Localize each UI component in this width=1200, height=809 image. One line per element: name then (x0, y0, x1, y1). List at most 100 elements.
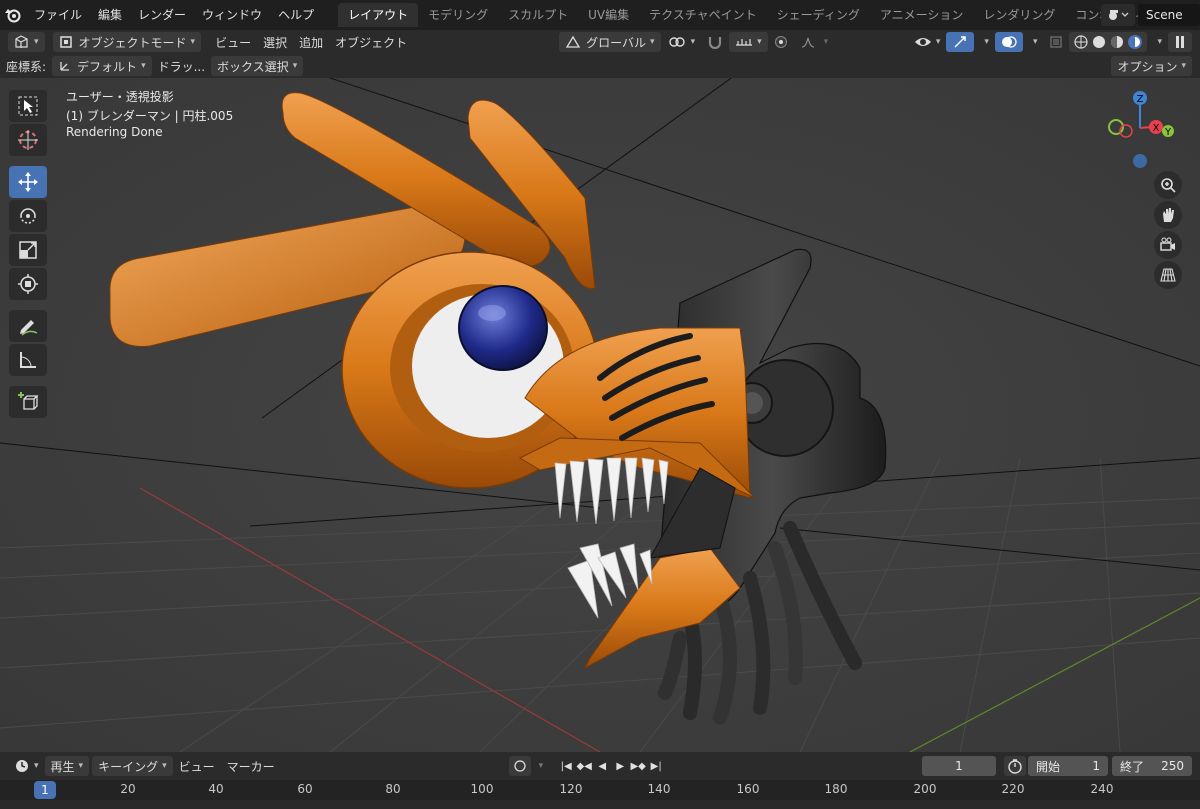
menu-add[interactable]: 追加 (293, 32, 329, 52)
tab-uv-editing[interactable]: UV編集 (578, 3, 639, 27)
play-icon[interactable]: ▶ (611, 757, 629, 775)
jump-end-icon[interactable]: ▶| (647, 757, 665, 775)
tab-layout[interactable]: レイアウト (338, 3, 419, 27)
mode-selector[interactable]: オブジェクトモード ▾ (52, 32, 202, 52)
overlays-menu[interactable]: ▾ (1023, 32, 1044, 52)
ruler-tick: 220 (1001, 782, 1025, 796)
overlays-toggle[interactable] (994, 32, 1023, 52)
playback-menu[interactable]: 再生 ▾ (44, 756, 90, 776)
start-frame-field[interactable]: 開始 1 (1028, 756, 1108, 776)
zoom-icon[interactable] (1154, 171, 1182, 199)
timeline-track (0, 800, 1200, 809)
3d-viewport[interactable]: ユーザー・透視投影 (1) ブレンダーマン | 円柱.005 Rendering… (0, 78, 1200, 752)
blender-logo-icon[interactable] (0, 0, 26, 30)
coord-value: デフォルト (77, 59, 138, 74)
3d-viewport-icon (15, 35, 28, 48)
coord-selector[interactable]: デフォルト ▾ (52, 56, 152, 76)
clock-icon (16, 760, 28, 772)
tab-animation[interactable]: アニメーション (870, 3, 974, 27)
wireframe-shading-icon[interactable] (1072, 34, 1090, 50)
menu-edit[interactable]: 編集 (90, 0, 130, 30)
top-menu-bar: ファイル 編集 レンダー ウィンドウ ヘルプ レイアウト モデリング スカルプト… (0, 0, 1200, 30)
proportional-edit-toggle[interactable] (768, 32, 794, 52)
tab-rendering[interactable]: レンダリング (973, 3, 1065, 27)
tab-shading[interactable]: シェーディング (767, 3, 870, 27)
auto-keying-toggle[interactable] (508, 756, 531, 776)
prev-keyframe-icon[interactable]: ◆◀ (575, 757, 593, 775)
end-frame-value: 250 (1161, 759, 1184, 773)
visibility-button[interactable]: ▾ (908, 32, 947, 52)
measure-icon[interactable] (9, 344, 47, 376)
snap-increment-icon (736, 39, 753, 46)
preview-range-toggle[interactable] (1004, 756, 1026, 776)
solid-shading-icon[interactable] (1090, 34, 1108, 50)
pan-hand-icon[interactable] (1154, 201, 1182, 229)
annotate-icon[interactable] (9, 310, 47, 342)
tab-modeling[interactable]: モデリング (418, 3, 498, 27)
tab-sculpting[interactable]: スカルプト (498, 3, 578, 27)
options-dropdown[interactable]: オプション ▾ (1111, 56, 1192, 76)
stopwatch-icon (1008, 759, 1022, 774)
snap-toggle[interactable] (701, 32, 729, 52)
scene-dropdown-icon[interactable] (1101, 4, 1135, 26)
snap-target-button[interactable]: ▾ (729, 32, 768, 52)
pause-render-button[interactable] (1168, 32, 1192, 52)
object-info-label: (1) ブレンダーマン | 円柱.005 (66, 109, 234, 123)
menu-object[interactable]: オブジェクト (329, 32, 413, 52)
transform-orientation-selector[interactable]: グローバル ▾ (559, 32, 661, 52)
pivot-point-button[interactable]: ▾ (661, 32, 702, 52)
viewport-render (0, 78, 1200, 752)
menu-view[interactable]: ビュー (209, 32, 257, 52)
cursor-icon[interactable] (9, 124, 47, 156)
add-cube-icon[interactable] (9, 386, 47, 418)
camera-icon[interactable] (1154, 231, 1182, 259)
move-icon[interactable] (9, 166, 47, 198)
menu-render[interactable]: レンダー (130, 0, 194, 30)
scene-name-field[interactable]: Scene (1138, 4, 1200, 26)
material-shading-icon[interactable] (1108, 34, 1126, 50)
marker-menu[interactable]: マーカー (221, 756, 281, 776)
jump-start-icon[interactable]: |◀ (557, 757, 575, 775)
play-reverse-icon[interactable]: ◀ (593, 757, 611, 775)
orientation-label: グローバル (586, 35, 647, 50)
select-box-icon[interactable] (9, 90, 47, 122)
menu-file[interactable]: ファイル (26, 0, 90, 30)
editor-type-button[interactable]: ▾ (8, 32, 45, 52)
scale-icon[interactable] (9, 234, 47, 266)
menu-window[interactable]: ウィンドウ (194, 0, 270, 30)
keying-menu[interactable]: キーイング ▾ (92, 756, 173, 776)
timeline-ruler[interactable]: 1 20 40 60 80 100 120 140 160 180 200 22… (0, 780, 1200, 809)
rotate-icon[interactable] (9, 200, 47, 232)
render-status-label: Rendering Done (66, 125, 163, 139)
falloff-button[interactable]: ▾ (794, 32, 835, 52)
menu-select[interactable]: 選択 (257, 32, 293, 52)
current-frame-indicator[interactable]: 1 (34, 781, 56, 799)
rendered-shading-icon[interactable] (1126, 34, 1144, 50)
next-keyframe-icon[interactable]: ▶◆ (629, 757, 647, 775)
object-mode-icon (59, 36, 72, 48)
ruler-tick: 140 (647, 782, 671, 796)
perspective-grid-icon[interactable] (1154, 261, 1182, 289)
shading-menu[interactable]: ▾ (1147, 32, 1168, 52)
current-frame-field[interactable]: 1 (922, 756, 996, 776)
end-frame-field[interactable]: 終了 250 (1112, 756, 1192, 776)
tool-shelf (9, 90, 47, 420)
menu-help[interactable]: ヘルプ (270, 0, 322, 30)
navigation-gizmo[interactable]: Z X Y (1106, 88, 1176, 168)
tab-texture-paint[interactable]: テクスチャペイント (639, 3, 767, 27)
timeline-view-menu[interactable]: ビュー (173, 756, 221, 776)
ruler-tick: 120 (559, 782, 583, 796)
auto-keying-menu[interactable]: ▾ (531, 756, 548, 776)
ruler-tick: 80 (385, 782, 401, 796)
transform-icon[interactable] (9, 268, 47, 300)
scene-selector: Scene (1101, 3, 1200, 27)
record-icon (514, 760, 526, 772)
timeline-editor-type[interactable]: ▾ (8, 756, 45, 776)
gizmo-toggle[interactable] (946, 32, 975, 52)
select-mode-selector[interactable]: ボックス選択 ▾ (211, 56, 304, 76)
end-frame-label: 終了 (1120, 759, 1145, 774)
xray-toggle[interactable] (1043, 32, 1069, 52)
overlays-icon (1001, 36, 1017, 48)
ruler-tick: 20 (120, 782, 136, 796)
gizmo-menu[interactable]: ▾ (974, 32, 995, 52)
